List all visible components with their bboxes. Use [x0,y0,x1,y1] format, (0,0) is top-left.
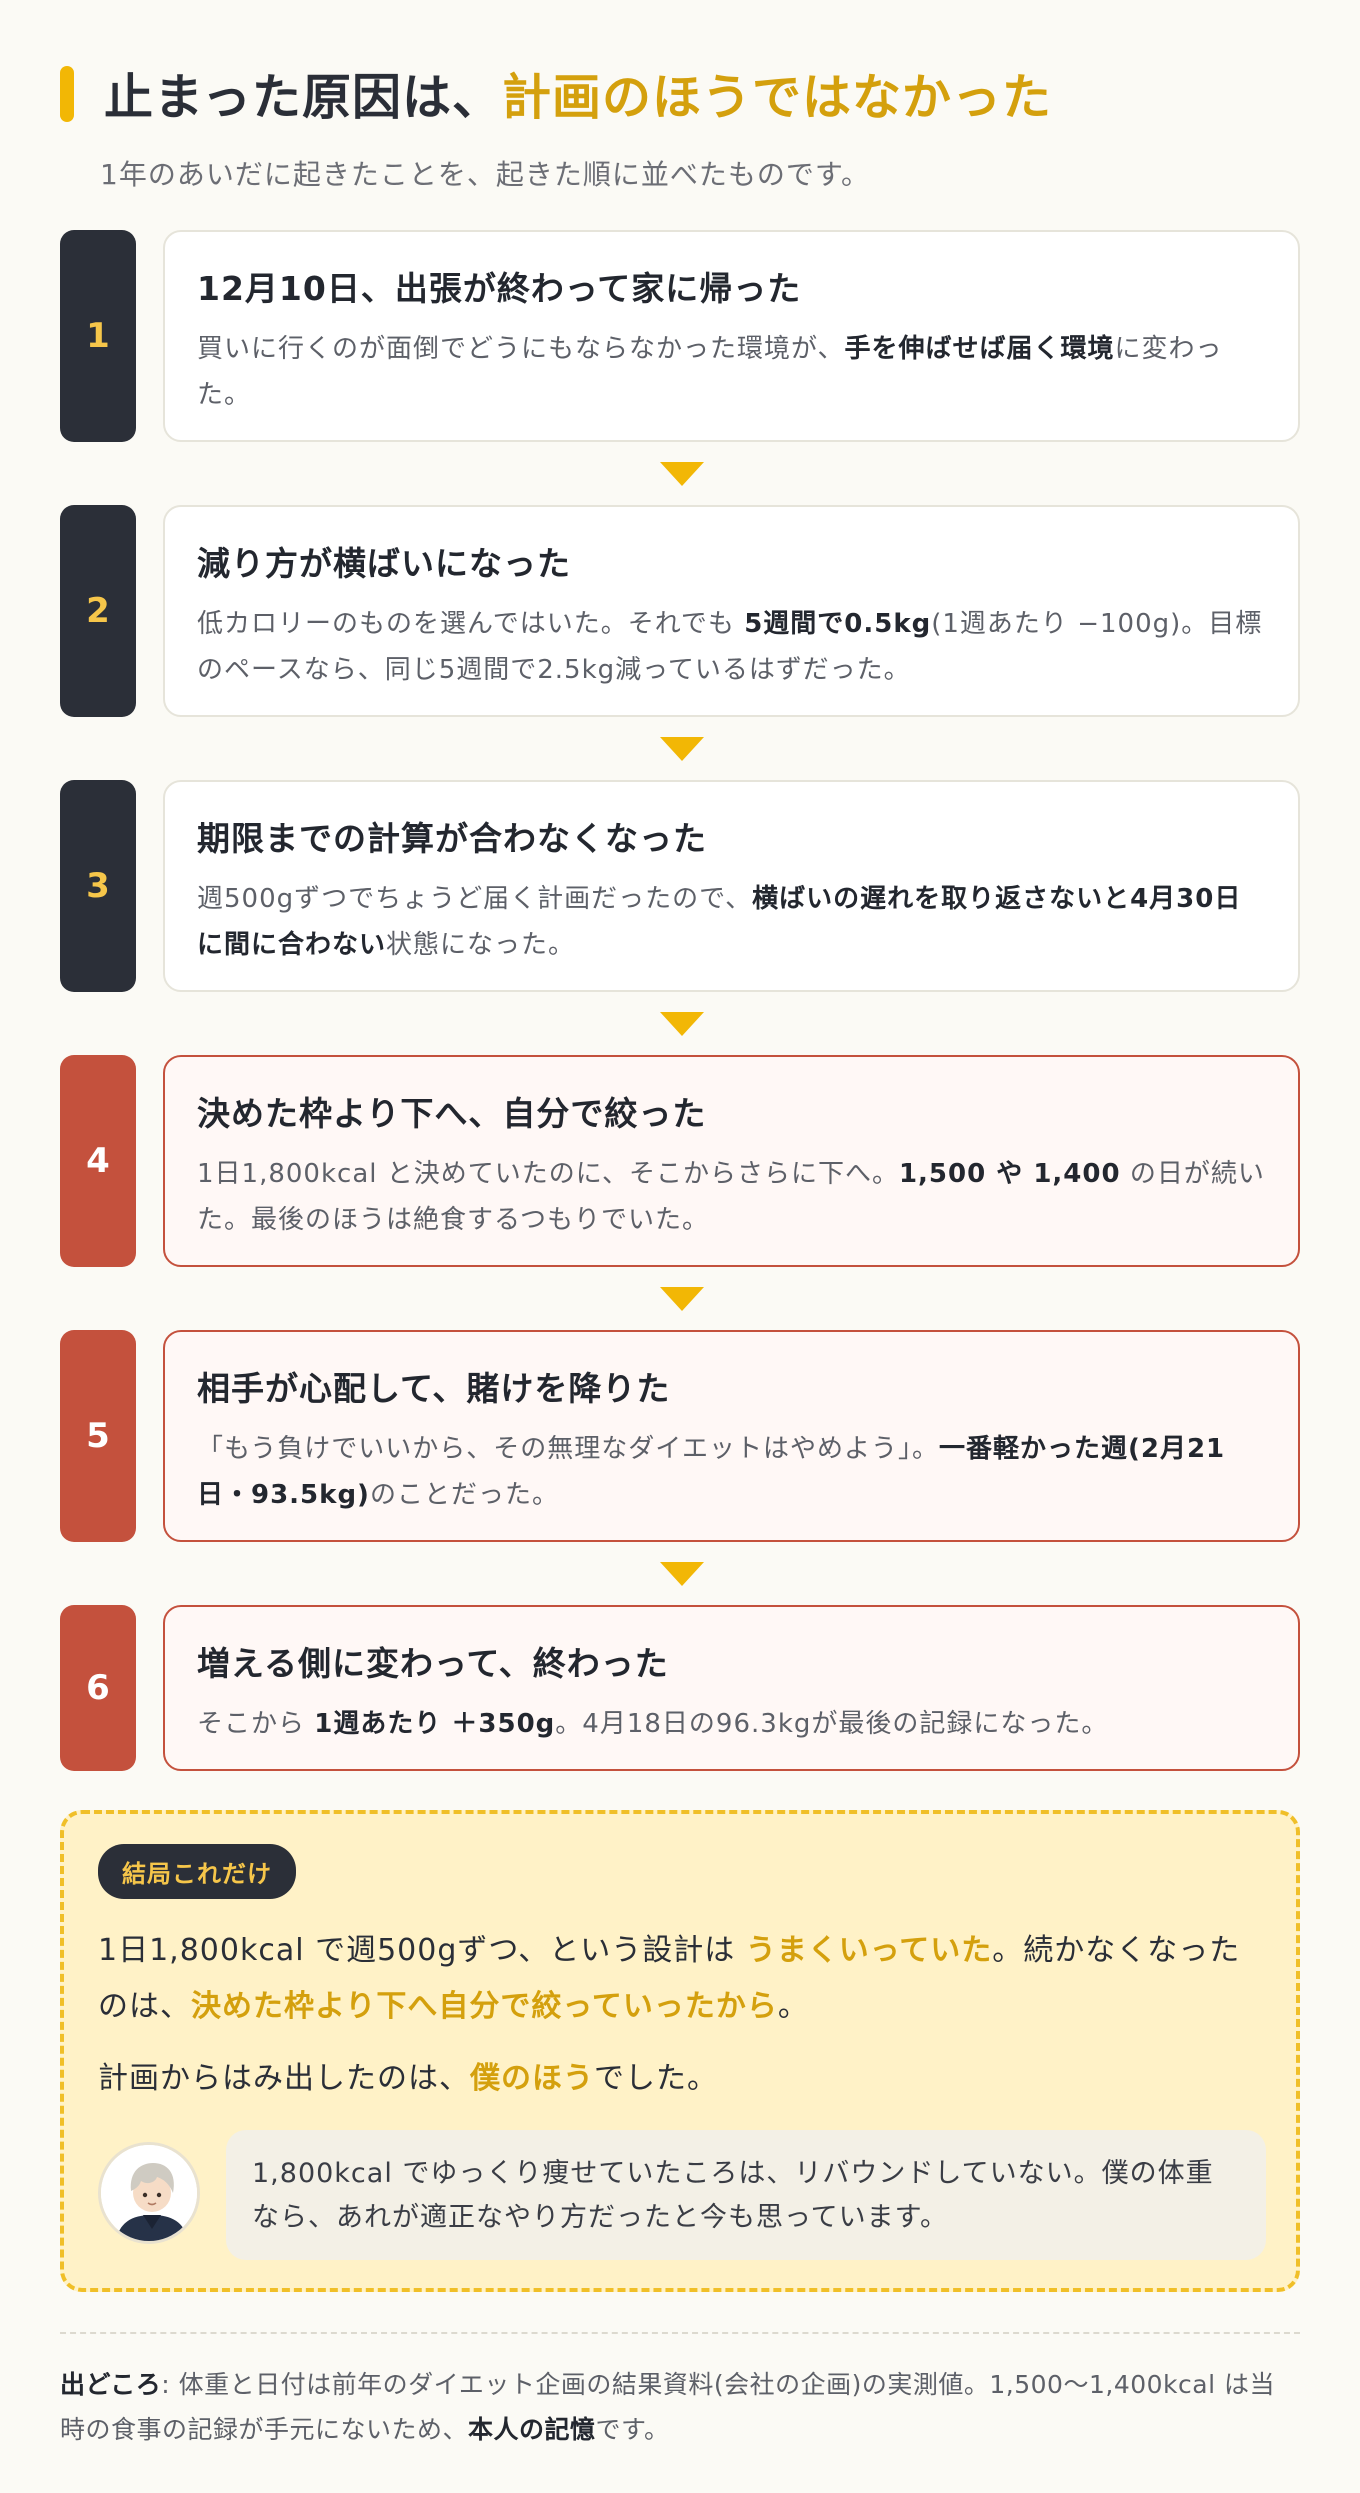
divider [60,2332,1300,2334]
step-title: 増える側に変わって、終わった [197,1644,669,1683]
source-label: 出どころ [60,2370,162,2399]
step-text-part: 週500gずつでちょうど届く計画だったので、 [197,884,753,914]
step-number: 1 [60,230,136,442]
step-text-part: 1日1,800kcal と決めていたのに、そこからさらに下へ。 [197,1159,899,1189]
step-title: 相手が心配して、賭けを降りた [197,1369,671,1408]
avatar [98,2142,200,2244]
step-card: 決めた枠より下へ、自分で絞った 1日1,800kcal と決めていたのに、そこか… [163,1055,1300,1267]
step-number: 6 [60,1605,136,1771]
quote-row: 1,800kcal でゆっくり痩せていたころは、リバウンドしていない。僕の体重な… [98,2130,1266,2260]
page-subtitle: 1年のあいだに起きたことを、起きた順に並べたものです。 [100,158,871,191]
summary-text-part: 計画からはみ出したのは、 [98,2061,470,2096]
step-number: 5 [60,1330,136,1542]
summary-text-part: 。 [777,1989,809,2024]
step-5: 5 相手が心配して、賭けを降りた 「もう負けでいいから、その無理なダイエットはや… [60,1330,1300,1586]
source-text-part: です。 [595,2415,670,2444]
summary-highlight: 決めた枠より下へ自分で絞っていったから [191,1989,778,2024]
step-title: 期限までの計算が合わなくなった [197,819,707,858]
down-arrow-icon [660,737,704,761]
step-number: 2 [60,505,136,717]
step-text: 1日1,800kcal と決めていたのに、そこからさらに下へ。1,500 や 1… [197,1151,1266,1243]
step-text-part: 「もう負けでいいから、その無理なダイエットはやめよう」。 [197,1434,939,1464]
step-text-part: のことだった。 [369,1480,559,1510]
summary-text: 1日1,800kcal で週500gずつ、という設計は うまくいっていた。続かな… [98,1923,1262,2035]
quote-bubble: 1,800kcal でゆっくり痩せていたころは、リバウンドしていない。僕の体重な… [226,2130,1266,2260]
title-row: 止まった原因は、計画のほうではなかった [60,58,1300,129]
step-2: 2 減り方が横ばいになった 低カロリーのものを選んではいた。それでも 5週間で0… [60,505,1300,761]
source-bold: 本人の記憶 [468,2415,596,2444]
step-number: 3 [60,780,136,992]
summary-text-part: でした。 [594,2061,718,2096]
down-arrow-icon [660,1012,704,1036]
step-text: 「もう負けでいいから、その無理なダイエットはやめよう」。一番軽かった週(2月21… [197,1426,1266,1518]
page-header: 止まった原因は、計画のほうではなかった 1年のあいだに起きたことを、起きた順に並… [60,58,1300,193]
step-title: 12月10日、出張が終わって家に帰った [197,269,802,308]
step-title: 決めた枠より下へ、自分で絞った [197,1094,707,1133]
step-title: 減り方が横ばいになった [197,544,571,583]
step-3: 3 期限までの計算が合わなくなった 週500gずつでちょうど届く計画だったので、… [60,780,1300,1036]
step-text-bold: 手を伸ばせば届く環境 [844,334,1115,364]
avatar-illustration-icon [101,2145,197,2241]
title-accent: 計画のほうではなかった [502,69,1053,126]
step-text-part: 低カロリーのものを選んではいた。それでも [197,609,745,639]
step-text-part: 買いに行くのが面倒でどうにもならなかった環境が、 [197,334,845,364]
step-text-part: そこから [197,1709,315,1739]
source-note: 出どころ: 体重と日付は前年のダイエット企画の結果資料(会社の企画)の実測値。1… [60,2362,1300,2452]
step-text-part: 状態になった。 [386,930,576,960]
step-card: 期限までの計算が合わなくなった 週500gずつでちょうど届く計画だったので、横ば… [163,780,1300,992]
page-title: 止まった原因は、計画のほうではなかった [104,58,1052,129]
step-card: 相手が心配して、賭けを降りた 「もう負けでいいから、その無理なダイエットはやめよ… [163,1330,1300,1542]
step-1: 1 12月10日、出張が終わって家に帰った 買いに行くのが面倒でどうにもならなか… [60,230,1300,486]
step-text-bold: 5週間で0.5kg [744,609,932,639]
step-text: 買いに行くのが面倒でどうにもならなかった環境が、手を伸ばせば届く環境に変わった。 [197,326,1266,418]
summary-highlight: 僕のほう [470,2061,594,2096]
down-arrow-icon [660,462,704,486]
step-text-bold: 1週あたり ＋350g [314,1709,556,1739]
timeline: 1 12月10日、出張が終わって家に帰った 買いに行くのが面倒でどうにもならなか… [60,230,1300,1771]
summary-text-part: 1日1,800kcal で週500gずつ、という設計は [98,1933,746,1968]
step-card: 増える側に変わって、終わった そこから 1週あたり ＋350g。4月18日の96… [163,1605,1300,1771]
step-text: そこから 1週あたり ＋350g。4月18日の96.3kgが最後の記録になった。 [197,1701,1266,1747]
title-main: 止まった原因は、 [104,69,503,126]
step-text-bold: 1,500 や 1,400 [898,1159,1121,1189]
down-arrow-icon [660,1287,704,1311]
summary-conclusion: 計画からはみ出したのは、僕のほうでした。 [98,2051,1262,2107]
summary-box: 結局これだけ 1日1,800kcal で週500gずつ、という設計は うまくいっ… [60,1810,1300,2292]
step-card: 減り方が横ばいになった 低カロリーのものを選んではいた。それでも 5週間で0.5… [163,505,1300,717]
summary-highlight: うまくいっていた [745,1933,993,1968]
down-arrow-icon [660,1562,704,1586]
step-text: 低カロリーのものを選んではいた。それでも 5週間で0.5kg(1週あたり −10… [197,601,1266,693]
step-card: 12月10日、出張が終わって家に帰った 買いに行くのが面倒でどうにもならなかった… [163,230,1300,442]
step-6: 6 増える側に変わって、終わった そこから 1週あたり ＋350g。4月18日の… [60,1605,1300,1771]
title-accent-bar [60,65,74,122]
step-number: 4 [60,1055,136,1267]
step-text: 週500gずつでちょうど届く計画だったので、横ばいの遅れを取り返さないと4月30… [197,876,1266,968]
step-text-part: 。4月18日の96.3kgが最後の記録になった。 [555,1709,1109,1739]
step-4: 4 決めた枠より下へ、自分で絞った 1日1,800kcal と決めていたのに、そ… [60,1055,1300,1311]
summary-badge: 結局これだけ [98,1844,296,1899]
